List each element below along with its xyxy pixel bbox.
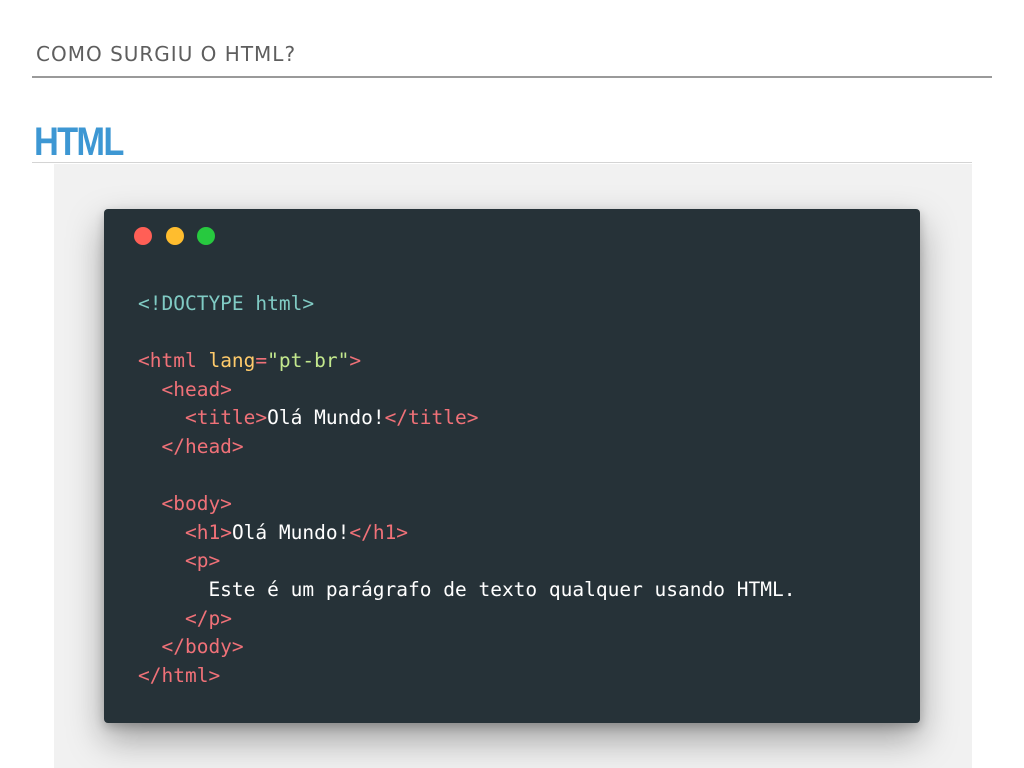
- code-line: <p>: [138, 547, 795, 576]
- slide: COMO SURGIU O HTML? HTML <!DOCTYPE html>…: [0, 0, 1024, 768]
- code-token-doctype: <!DOCTYPE html>: [138, 292, 315, 315]
- section-title: COMO SURGIU O HTML?: [36, 42, 297, 66]
- code-window: <!DOCTYPE html> <html lang="pt-br"> <hea…: [104, 209, 920, 723]
- code-token-tag: </h1>: [349, 520, 409, 544]
- code-token-tag: <title>: [184, 406, 268, 430]
- code-token-tag: <p>: [184, 549, 221, 573]
- code-token-string: "pt-br": [267, 349, 350, 373]
- code-token-tag: =: [255, 349, 268, 373]
- code-token-text: Olá Mundo!: [231, 520, 350, 544]
- code-token-tag: </p>: [184, 606, 232, 630]
- code-token-attribute: lang: [208, 349, 256, 373]
- code-line: </html>: [138, 662, 795, 691]
- code-line: </p>: [138, 605, 795, 634]
- code-token-tag: <body>: [161, 492, 232, 516]
- code-token-tag: <head>: [161, 377, 232, 401]
- heading-underline: [32, 162, 972, 163]
- code-line: <head>: [138, 376, 795, 405]
- code-token-tag: <html: [138, 349, 209, 373]
- code-line: <html lang="pt-br">: [138, 347, 795, 376]
- code-token-tag: </title>: [384, 406, 479, 430]
- slide-heading: HTML: [34, 120, 124, 164]
- code-token-tag: </head>: [161, 434, 244, 458]
- code-token-tag: <h1>: [184, 520, 232, 544]
- code-line: Este é um parágrafo de texto qualquer us…: [138, 576, 795, 605]
- minimize-dot-icon: [166, 227, 184, 245]
- code-line: <!DOCTYPE html>: [138, 290, 795, 319]
- code-line: <title>Olá Mundo!</title>: [138, 404, 795, 433]
- code-line: <body>: [138, 490, 795, 519]
- code-token-tag: >: [349, 349, 362, 373]
- code-line: </head>: [138, 433, 795, 462]
- code-line: <h1>Olá Mundo!</h1>: [138, 519, 795, 548]
- code-line: </body>: [138, 633, 795, 662]
- code-token-tag: </body>: [161, 635, 244, 659]
- code-token-text: Este é um parágrafo de texto qualquer us…: [138, 577, 796, 601]
- maximize-dot-icon: [197, 227, 215, 245]
- code-token-tag: </html>: [138, 663, 221, 687]
- header-divider: [32, 76, 992, 78]
- code-block: <!DOCTYPE html> <html lang="pt-br"> <hea…: [138, 290, 795, 690]
- close-dot-icon: [134, 227, 152, 245]
- code-token-text: Olá Mundo!: [267, 406, 385, 430]
